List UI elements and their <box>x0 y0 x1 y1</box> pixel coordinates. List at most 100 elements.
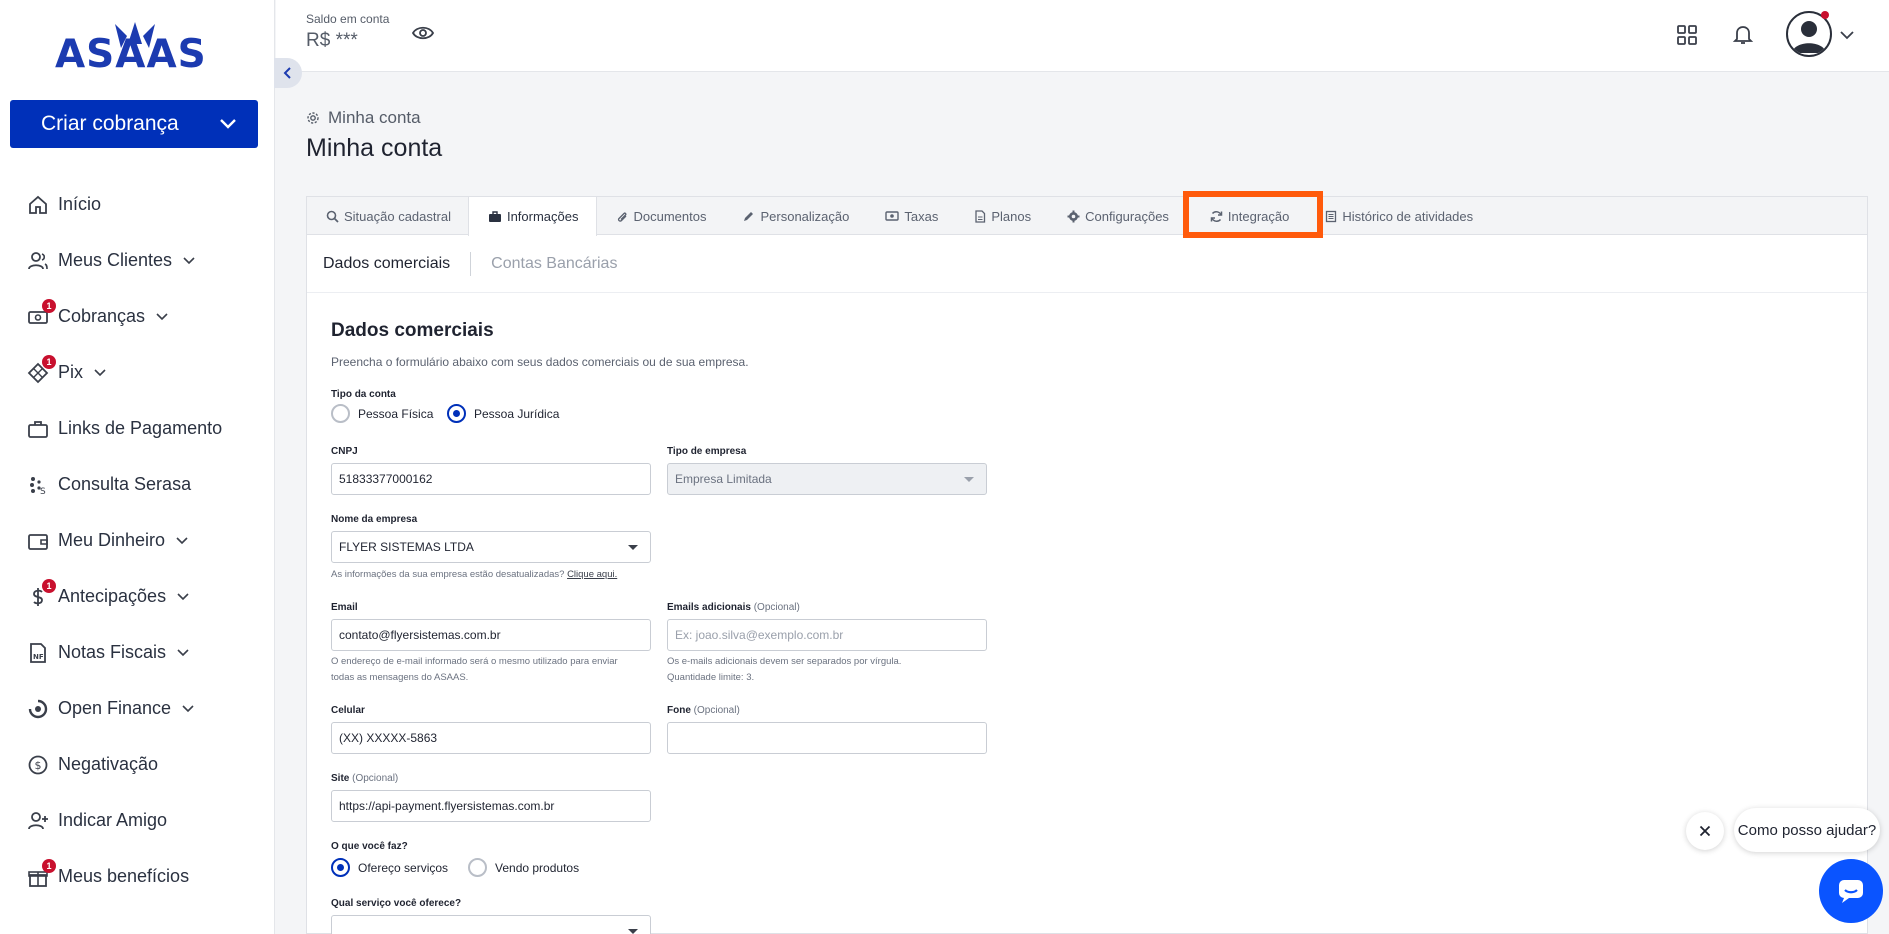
service-offered-select[interactable] <box>331 915 651 934</box>
subtab-contas-bancarias[interactable]: Contas Bancárias <box>491 255 617 273</box>
svg-text:$: $ <box>35 759 42 772</box>
breadcrumb-label[interactable]: Minha conta <box>328 108 421 128</box>
sidebar-item-label: Meu Dinheiro <box>58 529 166 550</box>
sidebar-item-cobrancas[interactable]: 1 Cobranças <box>0 288 275 344</box>
chevron-down-icon <box>177 593 189 601</box>
negativacao-icon: $ <box>28 755 48 775</box>
asaas-logo[interactable]: ASAAS <box>55 18 215 77</box>
sidebar-item-label: Open Finance <box>58 697 172 718</box>
briefcase-icon <box>488 211 501 222</box>
radio-label: Pessoa Física <box>358 406 434 421</box>
serasa-icon: S <box>30 477 46 496</box>
company-name-label: Nome da empresa <box>331 514 418 525</box>
tab-integracao[interactable]: Integração <box>1186 197 1311 235</box>
apps-grid-icon[interactable] <box>1675 23 1699 47</box>
tab-situacao-cadastral[interactable]: Situação cadastral <box>307 197 468 235</box>
subtab-bar: Dados comerciais Contas Bancárias <box>307 235 1867 293</box>
tab-label: Integração <box>1227 208 1290 224</box>
user-plus-icon <box>28 812 48 830</box>
extra-emails-help-line-2: Quantidade limite: 3. <box>667 672 755 683</box>
account-type-label: Tipo da conta <box>331 389 396 400</box>
chat-prompt[interactable]: Como posso ajudar? <box>1734 808 1880 852</box>
radio-pessoa-fisica[interactable]: Pessoa Física <box>331 404 433 423</box>
eye-icon[interactable] <box>412 22 434 44</box>
radio-vendo-produtos[interactable]: Vendo produtos <box>468 858 579 877</box>
sidebar-item-label: Indicar Amigo <box>58 809 168 830</box>
email-label: Email <box>331 602 358 613</box>
tab-planos[interactable]: Planos <box>955 197 1048 235</box>
cnpj-field[interactable]: 51833377000162 <box>331 463 651 495</box>
email-help-line-2: todas as mensagens do ASAAS. <box>331 672 469 683</box>
radio-label: Pessoa Jurídica <box>474 406 560 421</box>
company-name-help-text: As informações da sua empresa estão desa… <box>331 569 565 580</box>
chevron-down-icon[interactable] <box>1838 26 1856 44</box>
sidebar-item-label: Cobranças <box>58 305 146 326</box>
invoice-icon: NF <box>30 643 46 663</box>
sidebar-item-meus-beneficios[interactable]: 1 Meus benefícios <box>0 848 275 904</box>
money-icon <box>885 211 900 221</box>
cellphone-field[interactable]: (XX) XXXXX-5863 <box>331 722 651 754</box>
extra-emails-label: Emails adicionais (Opcional) <box>667 602 800 613</box>
email-help: O endereço de e-mail informado será o me… <box>331 654 618 686</box>
sidebar-item-negativacao[interactable]: $ Negativação <box>0 736 275 792</box>
balance-label: Saldo em conta <box>306 12 390 26</box>
sidebar-item-label: Negativação <box>58 753 159 774</box>
notification-badge: 1 <box>42 579 56 593</box>
email-field[interactable]: contato@flyersistemas.com.br <box>331 619 651 651</box>
sidebar-item-links-de-pagamento[interactable]: Links de Pagamento <box>0 400 275 456</box>
what-you-do-label: O que você faz? <box>331 841 408 852</box>
optional-tag: (Opcional) <box>753 602 800 613</box>
sidebar-collapse-button[interactable] <box>274 58 302 88</box>
sidebar: ASAAS Criar cobrança Início Meus Cliente… <box>0 0 275 934</box>
logo-text: ASAAS <box>55 32 207 77</box>
tab-label: Planos <box>991 208 1032 224</box>
sidebar-item-label: Links de Pagamento <box>58 417 223 438</box>
tab-documentos[interactable]: Documentos <box>597 197 724 235</box>
sidebar-item-consulta-serasa[interactable]: S Consulta Serasa <box>0 456 275 512</box>
sidebar-item-label: Meus benefícios <box>58 865 190 886</box>
radio-circle-selected <box>447 404 466 423</box>
sidebar-item-label: Consulta Serasa <box>58 473 192 494</box>
tab-taxas[interactable]: Taxas <box>866 197 955 235</box>
service-offered-label: Qual serviço você oferece? <box>331 898 462 909</box>
radio-pessoa-juridica[interactable]: Pessoa Jurídica <box>447 404 559 423</box>
sidebar-item-antecipacoes[interactable]: 1 Antecipações <box>0 568 275 624</box>
history-icon <box>1326 210 1337 222</box>
bell-icon[interactable] <box>1731 22 1755 46</box>
chat-open-button[interactable] <box>1819 859 1883 923</box>
tab-personalizacao[interactable]: Personalização <box>723 197 866 235</box>
tab-bar: Situação cadastral Informações Documento… <box>307 197 1867 236</box>
site-field[interactable]: https://api-payment.flyersistemas.com.br <box>331 790 651 822</box>
users-icon <box>28 252 48 270</box>
company-name-select[interactable]: FLYER SISTEMAS LTDA <box>331 531 651 563</box>
radio-circle-selected <box>331 858 350 877</box>
tab-label: Taxas <box>904 208 939 224</box>
sidebar-item-meus-clientes[interactable]: Meus Clientes <box>0 232 275 288</box>
sidebar-item-pix[interactable]: 1 Pix <box>0 344 275 400</box>
tab-historico-de-atividades[interactable]: Histórico de atividades <box>1311 197 1490 235</box>
update-company-link[interactable]: Clique aqui. <box>567 569 617 580</box>
site-label: Site (Opcional) <box>331 773 398 784</box>
sidebar-item-meu-dinheiro[interactable]: Meu Dinheiro <box>0 512 275 568</box>
chevron-down-icon <box>177 649 189 657</box>
chat-close-button[interactable] <box>1686 812 1724 850</box>
sidebar-item-inicio[interactable]: Início <box>0 176 275 232</box>
sidebar-item-notas-fiscais[interactable]: NF Notas Fiscais <box>0 624 275 680</box>
topbar: Saldo em conta R$ *** <box>276 0 1889 72</box>
breadcrumb: Minha conta <box>306 108 421 128</box>
sync-icon <box>1210 210 1223 222</box>
phone-label: Fone (Opcional) <box>667 705 740 716</box>
subtab-dados-comerciais[interactable]: Dados comerciais <box>323 255 450 273</box>
tab-informacoes[interactable]: Informações <box>467 197 597 236</box>
create-charge-button[interactable]: Criar cobrança <box>10 100 258 148</box>
tab-label: Documentos <box>633 208 707 224</box>
sidebar-item-open-finance[interactable]: Open Finance <box>0 680 275 736</box>
extra-emails-field[interactable]: Ex: joao.silva@exemplo.com.br <box>667 619 987 651</box>
radio-ofereco-servicos[interactable]: Ofereço serviços <box>331 858 448 877</box>
tab-configuracoes[interactable]: Configurações <box>1048 197 1186 235</box>
form-description: Preencha o formulário abaixo com seus da… <box>331 355 749 369</box>
balance-value: R$ *** <box>306 30 358 51</box>
extra-emails-help: Os e-mails adicionais devem ser separado… <box>667 654 901 686</box>
phone-field[interactable] <box>667 722 987 754</box>
sidebar-item-indicar-amigo[interactable]: Indicar Amigo <box>0 792 275 848</box>
